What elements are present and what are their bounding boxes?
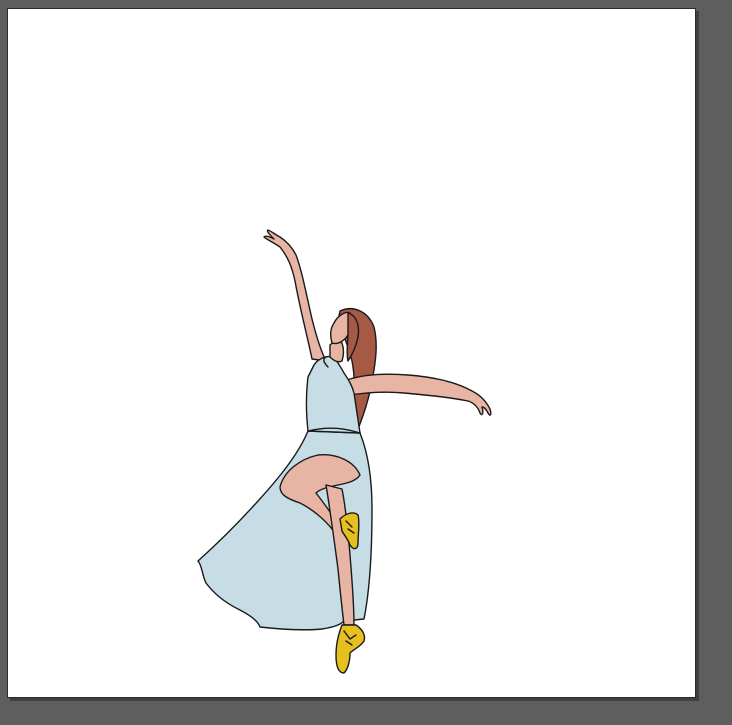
- neck[interactable]: [329, 340, 345, 363]
- pointe-shoe-standing[interactable]: [335, 624, 366, 674]
- artboard[interactable]: [7, 8, 696, 698]
- dress-bodice[interactable]: [305, 355, 361, 434]
- ballerina-illustration[interactable]: [8, 9, 696, 698]
- raised-arm[interactable]: [263, 229, 327, 362]
